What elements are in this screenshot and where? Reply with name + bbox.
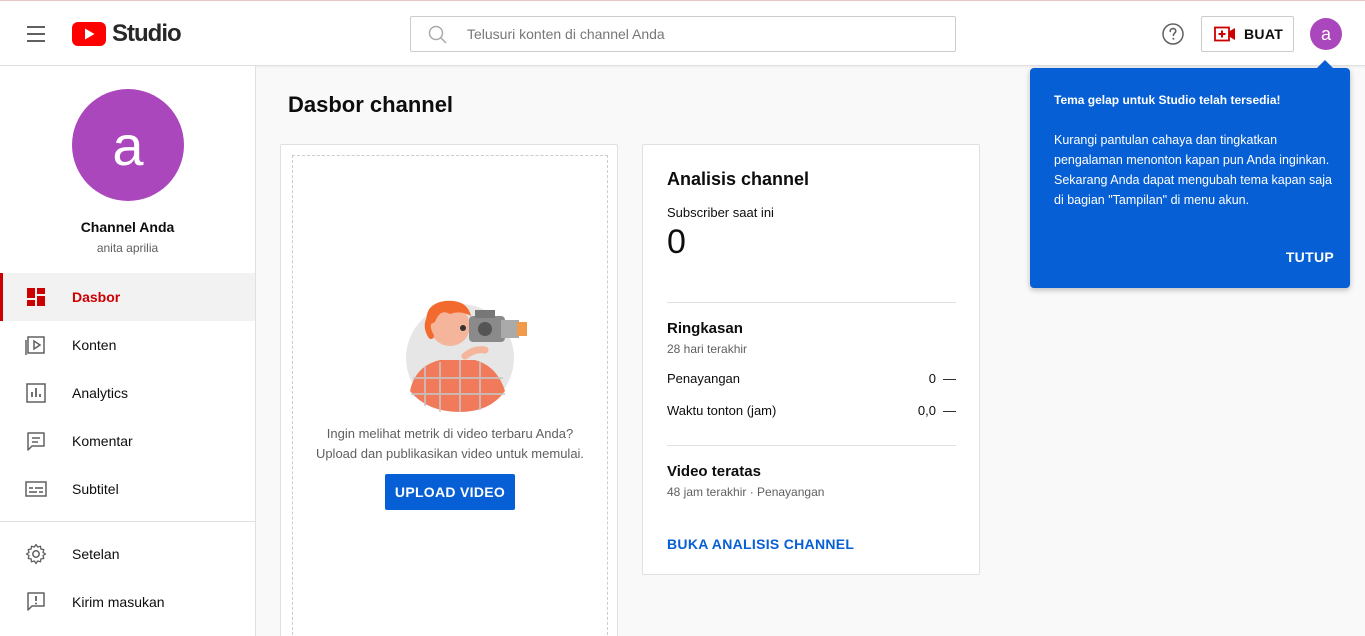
- tooltip-close-button[interactable]: TUTUP: [1286, 249, 1334, 265]
- card-title: Analisis channel: [667, 169, 810, 189]
- channel-name: anita aprilia: [96, 241, 159, 255]
- sidebar-item-dashboard[interactable]: Dasbor: [0, 273, 255, 321]
- create-button-label: BUAT: [1244, 26, 1284, 42]
- feedback-icon: [27, 592, 45, 611]
- search-box[interactable]: [410, 16, 956, 52]
- gear-icon: [25, 543, 47, 565]
- search-input[interactable]: [467, 17, 937, 51]
- upload-prompt-line: Upload dan publikasikan video untuk memu…: [315, 446, 585, 461]
- sidebar-item-label: Komentar: [72, 433, 133, 449]
- card-divider: [667, 445, 956, 446]
- channel-avatar[interactable]: a: [72, 89, 184, 201]
- sidebar: a Channel Anda anita aprilia Dasbor Kont…: [0, 66, 256, 636]
- youtube-studio-logo[interactable]: Studio: [72, 20, 182, 48]
- metric-trend: —: [943, 403, 956, 418]
- youtube-logo-icon: [72, 22, 106, 46]
- sidebar-item-analytics[interactable]: Analytics: [0, 369, 255, 417]
- metric-row-watch-time: Waktu tonton (jam) 0,0 —: [667, 403, 956, 421]
- subscriber-label: Subscriber saat ini: [667, 205, 774, 220]
- metric-row-views: Penayangan 0 —: [667, 371, 956, 389]
- sidebar-item-settings[interactable]: Setelan: [0, 530, 255, 578]
- subtitles-icon: [25, 481, 47, 497]
- sidebar-item-label: Dasbor: [72, 289, 121, 305]
- summary-title: Ringkasan: [667, 320, 743, 337]
- create-video-icon: [1214, 26, 1235, 42]
- channel-analytics-card: Analisis channel Subscriber saat ini 0 R…: [642, 144, 980, 575]
- comments-icon: [27, 432, 45, 451]
- tooltip-arrow: [1316, 60, 1334, 69]
- open-channel-analytics-link[interactable]: BUKA ANALISIS CHANNEL: [667, 536, 854, 552]
- tooltip-title: Tema gelap untuk Studio telah tersedia!: [1054, 93, 1281, 107]
- metric-label: Penayangan: [667, 371, 741, 386]
- sidebar-item-label: Setelan: [72, 546, 120, 562]
- upload-dropzone: Ingin melihat metrik di video terbaru An…: [292, 155, 608, 636]
- hamburger-icon[interactable]: [22, 21, 50, 47]
- sidebar-item-label: Kirim masukan: [72, 594, 165, 610]
- page-title: Dasbor channel: [288, 92, 454, 117]
- top-bar: Studio BUAT a: [0, 0, 1365, 66]
- sidebar-item-label: Konten: [72, 337, 117, 353]
- sidebar-item-feedback[interactable]: Kirim masukan: [0, 578, 255, 626]
- channel-title: Channel Anda: [80, 219, 175, 235]
- upload-prompt-line: Ingin melihat metrik di video terbaru An…: [326, 426, 574, 441]
- content-icon: [25, 336, 45, 355]
- sidebar-divider: [0, 521, 255, 522]
- sidebar-item-label: Analytics: [72, 385, 129, 401]
- summary-period: 28 hari terakhir: [667, 342, 748, 356]
- sidebar-item-content[interactable]: Konten: [0, 321, 255, 369]
- account-avatar[interactable]: a: [1310, 18, 1342, 50]
- metric-label: Waktu tonton (jam): [667, 403, 777, 418]
- top-videos-title: Video teratas: [667, 463, 761, 480]
- dashboard-icon: [27, 288, 45, 306]
- upload-video-button[interactable]: UPLOAD VIDEO: [385, 474, 515, 510]
- metric-trend: —: [943, 371, 956, 386]
- top-videos-period: 48 jam terakhir · Penayangan: [667, 485, 825, 499]
- help-icon[interactable]: [1161, 22, 1185, 46]
- search-icon[interactable]: [427, 24, 449, 46]
- upload-card: Ingin melihat metrik di video terbaru An…: [280, 144, 618, 636]
- subscriber-count: 0: [667, 223, 686, 261]
- sidebar-item-label: Subtitel: [72, 481, 119, 497]
- sidebar-item-subtitles[interactable]: Subtitel: [0, 465, 255, 513]
- create-button[interactable]: BUAT: [1201, 16, 1294, 52]
- card-divider: [667, 302, 956, 303]
- analytics-icon: [26, 383, 46, 403]
- upload-prompt: Ingin melihat metrik di video terbaru An…: [293, 424, 607, 464]
- metric-value: 0: [928, 371, 936, 386]
- logo-text: Studio: [112, 20, 182, 47]
- videographer-illustration: [406, 300, 527, 412]
- metric-value: 0,0: [917, 403, 936, 418]
- sidebar-item-comments[interactable]: Komentar: [0, 417, 255, 465]
- tooltip-body: Kurangi pantulan cahaya dan tingkatkan p…: [1054, 133, 1332, 207]
- dark-theme-tooltip: Tema gelap untuk Studio telah tersedia! …: [1030, 60, 1350, 288]
